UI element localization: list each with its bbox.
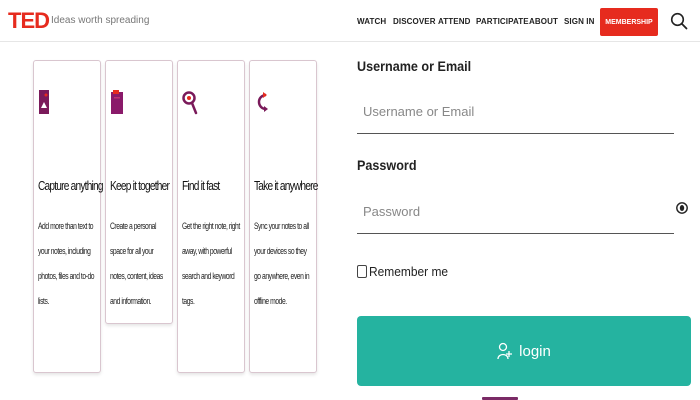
nav-about[interactable]: ABOUT bbox=[529, 17, 558, 26]
tagline: Ideas worth spreading bbox=[51, 15, 150, 26]
remember-me-checkbox[interactable] bbox=[357, 265, 367, 278]
top-navigation-bar: TED Ideas worth spreading WATCH DISCOVER… bbox=[0, 0, 700, 42]
nav-discover[interactable]: DISCOVER bbox=[393, 17, 436, 26]
feature-card-capture: Capture anything Add more than text to y… bbox=[33, 60, 104, 373]
feature-description: Get the right note, right away, with pow… bbox=[182, 221, 240, 306]
feature-title: Capture anything bbox=[38, 178, 104, 193]
feature-description: Add more than text to your notes, includ… bbox=[38, 221, 95, 306]
tag-icon bbox=[38, 89, 50, 115]
remember-me-row[interactable]: Remember me bbox=[357, 264, 455, 279]
nav-watch[interactable]: WATCH bbox=[357, 17, 386, 26]
feature-description: Sync your notes to all your devices so t… bbox=[254, 221, 310, 306]
notebook-icon bbox=[110, 89, 123, 115]
username-label: Username or Email bbox=[357, 58, 472, 74]
nav-attend[interactable]: ATTEND bbox=[438, 17, 470, 26]
feature-description: Create a personal space for all your not… bbox=[110, 221, 163, 306]
username-field[interactable] bbox=[357, 90, 674, 134]
show-password-icon[interactable] bbox=[676, 201, 688, 214]
sync-icon bbox=[254, 89, 268, 115]
login-button-label: login bbox=[519, 342, 551, 360]
password-field[interactable] bbox=[357, 190, 674, 234]
feature-card-together: Keep it together Create a personal space… bbox=[105, 60, 173, 324]
login-button[interactable]: login bbox=[357, 316, 691, 386]
ted-logo[interactable]: TED bbox=[8, 8, 50, 34]
feature-title: Take it anywhere bbox=[254, 178, 318, 193]
membership-button[interactable]: MEMBERSHIP bbox=[600, 8, 658, 36]
search-icon[interactable] bbox=[670, 12, 688, 30]
nav-participate[interactable]: PARTICIPATE bbox=[476, 17, 529, 26]
feature-card-find: Find it fast Get the right note, right a… bbox=[177, 60, 245, 373]
user-icon bbox=[497, 342, 513, 360]
feature-card-anywhere: Take it anywhere Sync your notes to all … bbox=[249, 60, 318, 373]
nav-sign-in[interactable]: SIGN IN bbox=[564, 17, 594, 26]
password-label: Password bbox=[357, 157, 417, 173]
feature-title: Find it fast bbox=[182, 178, 220, 193]
feature-title: Keep it together bbox=[110, 178, 170, 193]
remember-me-label[interactable]: Remember me bbox=[369, 264, 448, 279]
magnifier-icon bbox=[182, 89, 198, 115]
